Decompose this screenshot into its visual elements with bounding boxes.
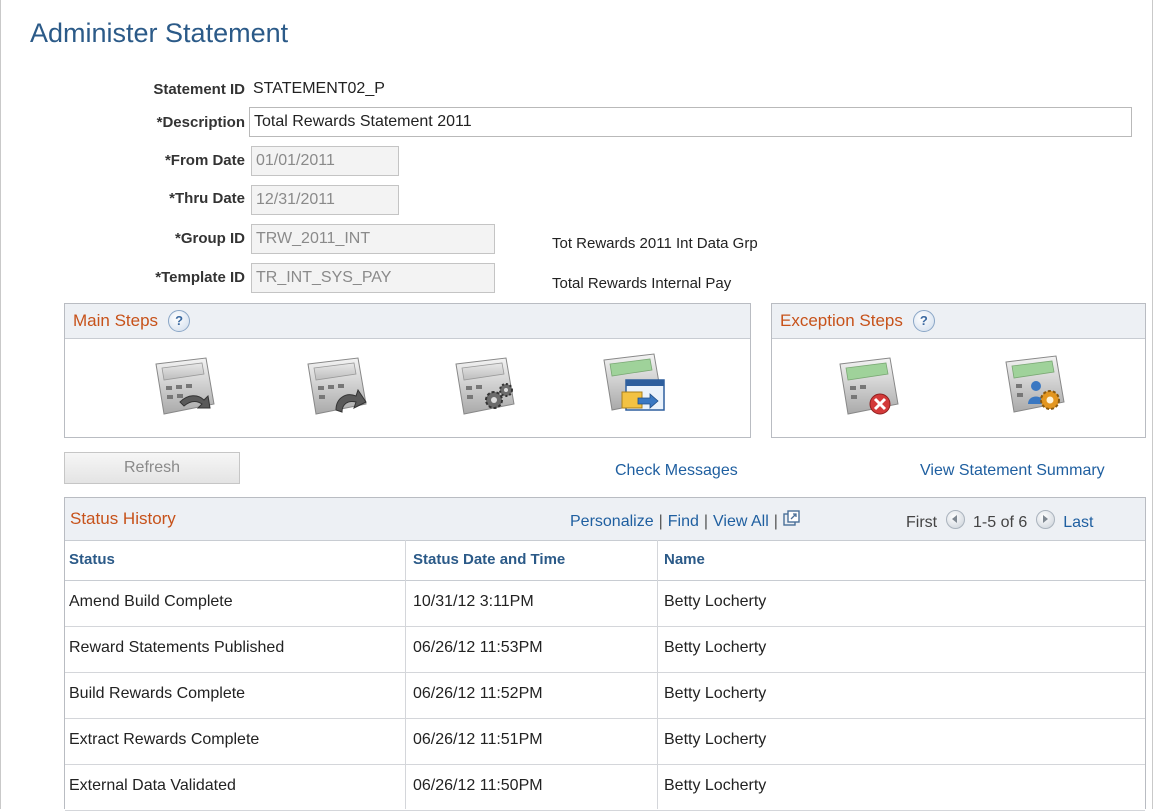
next-arrow-icon[interactable] [1035,510,1055,529]
row-range: 1-5 of 6 [973,514,1028,531]
build-rewards-icon[interactable] [302,354,372,420]
personalize-link[interactable]: Personalize [570,513,654,530]
group-id-field: TRW_2011_INT [251,224,495,254]
description-input[interactable] [249,107,1132,137]
main-steps-header: Main Steps ? [65,304,750,339]
cancel-statement-icon[interactable] [834,354,904,420]
column-header-name[interactable]: Name [664,551,705,568]
table-row: Extract Rewards Complete 06/26/12 11:51P… [65,719,1145,765]
help-icon[interactable]: ? [912,310,935,332]
status-cell: Reward Statements Published [69,639,285,656]
pager: First 1-5 of 6 Last [906,510,1093,532]
last-link[interactable]: Last [1063,514,1093,531]
column-header-row: Status Status Date and Time Name [65,540,1145,581]
column-header-status[interactable]: Status [69,551,115,568]
thru-date-field: 12/31/2011 [251,185,399,215]
template-id-description: Total Rewards Internal Pay [552,275,732,292]
description-label: *Description [156,114,245,131]
group-id-description: Tot Rewards 2011 Int Data Grp [552,235,758,252]
view-all-link[interactable]: View All [713,513,769,530]
grid-toolbar: Personalize | Find | View All | [570,510,800,531]
exception-steps-header: Exception Steps ? [772,304,1145,339]
find-link[interactable]: Find [668,513,699,530]
table-row: Build Rewards Complete 06/26/12 11:52PM … [65,673,1145,719]
column-header-datetime[interactable]: Status Date and Time [413,551,565,568]
new-window-icon[interactable] [783,510,800,527]
publish-statements-icon[interactable] [598,350,668,416]
table-row: Amend Build Complete 10/31/12 3:11PM Bet… [65,581,1145,627]
name-cell: Betty Locherty [664,731,767,748]
previous-arrow-icon[interactable] [945,510,965,529]
refresh-button[interactable]: Refresh [64,452,240,484]
help-icon[interactable]: ? [168,310,191,332]
from-date-field: 01/01/2011 [251,146,399,176]
main-steps-title: Main Steps [73,311,159,330]
datetime-cell: 10/31/12 3:11PM [413,593,534,610]
status-history-title: Status History [70,509,176,528]
first-link[interactable]: First [906,514,937,531]
page-title: Administer Statement [30,18,289,48]
statement-id-label: Statement ID [153,81,245,98]
datetime-cell: 06/26/12 11:50PM [413,777,543,794]
status-history-grid: Status History Personalize | Find | View All… [64,497,1146,811]
thru-date-label: *Thru Date [169,190,245,207]
view-statement-summary-link[interactable]: View Statement Summary [920,462,1105,480]
table-row: External Data Validated 06/26/12 11:50PM… [65,765,1145,811]
status-cell: External Data Validated [69,777,236,794]
name-cell: Betty Locherty [664,685,767,702]
datetime-cell: 06/26/12 11:52PM [413,685,543,702]
table-row: Reward Statements Published 06/26/12 11:… [65,627,1145,673]
exception-steps-title: Exception Steps [780,311,903,330]
name-cell: Betty Locherty [664,593,767,610]
from-date-label: *From Date [164,152,245,169]
statement-id-value: STATEMENT02_P [253,80,385,97]
user-settings-icon[interactable] [1000,352,1070,418]
name-cell: Betty Locherty [664,639,767,656]
process-settings-icon[interactable] [450,354,520,420]
status-cell: Build Rewards Complete [69,685,246,702]
status-cell: Extract Rewards Complete [69,731,260,748]
check-messages-link[interactable]: Check Messages [615,462,738,480]
name-cell: Betty Locherty [664,777,767,794]
status-history-header: Status History Personalize | Find | View All… [65,498,1145,541]
extract-rewards-icon[interactable] [150,354,220,420]
datetime-cell: 06/26/12 11:53PM [413,639,543,656]
group-id-label: *Group ID [175,230,245,247]
datetime-cell: 06/26/12 11:51PM [413,731,543,748]
exception-steps-group: Exception Steps ? [771,303,1146,438]
template-id-label: *Template ID [155,269,245,286]
template-id-field: TR_INT_SYS_PAY [251,263,495,293]
status-cell: Amend Build Complete [69,593,233,610]
